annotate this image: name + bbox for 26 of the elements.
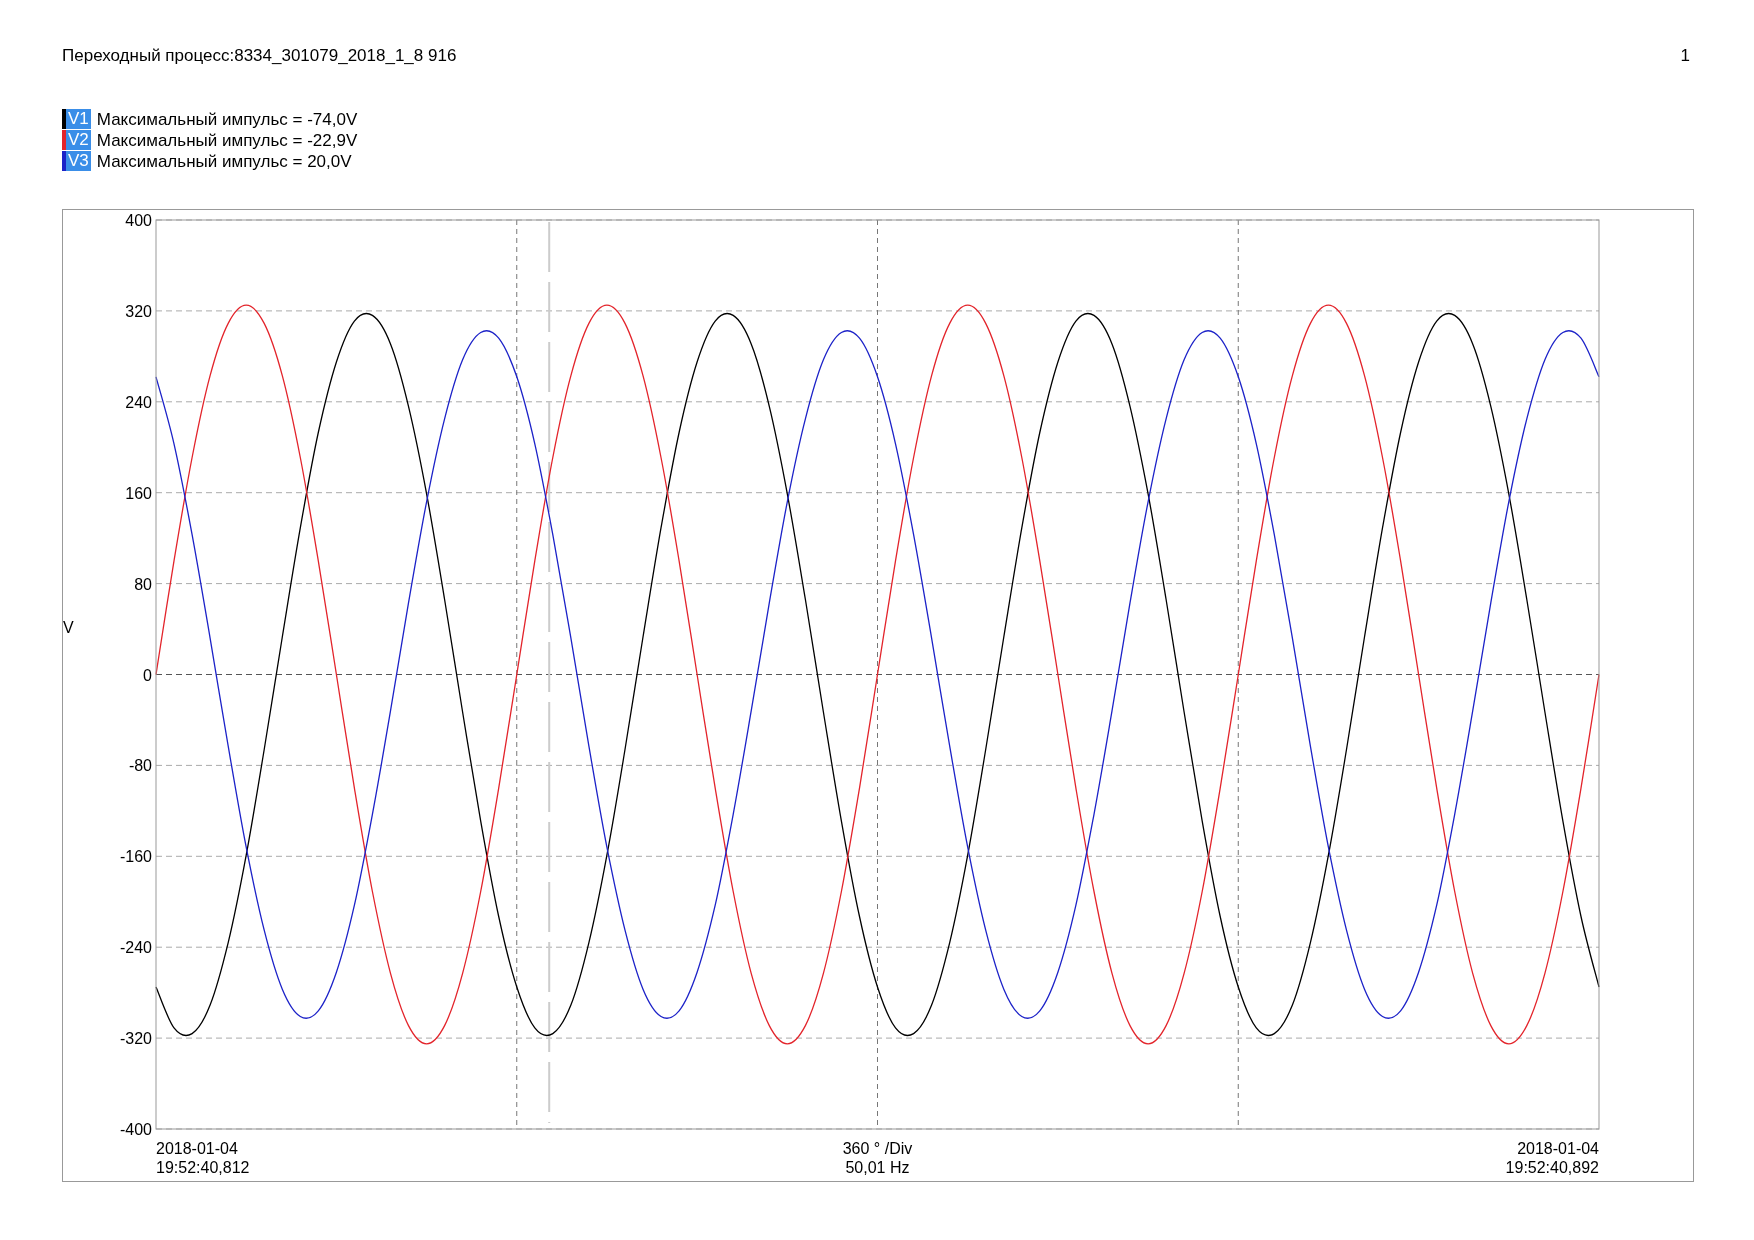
- page-number: 1: [1680, 45, 1690, 67]
- axis-tick-label: 0: [143, 666, 152, 683]
- axis-label: V: [63, 618, 74, 635]
- axis-tick-label: 400: [125, 211, 152, 229]
- axis-tick-label: 19:52:40,812: [156, 1158, 250, 1176]
- axis-tick-label: -80: [128, 756, 152, 774]
- legend-text: Максимальный импульс = 20,0V: [96, 150, 352, 172]
- axis-tick-label: 2018-01-04: [1517, 1139, 1599, 1157]
- axis-tick-label: -320: [119, 1029, 152, 1047]
- axis-caption: 360 ° /Div: [842, 1139, 913, 1157]
- axis-tick-label: 2018-01-04: [156, 1139, 238, 1157]
- legend-text: Максимальный импульс = -22,9V: [96, 129, 358, 151]
- axis-tick-label: 160: [125, 484, 152, 502]
- axis-caption: 50,01 Hz: [845, 1158, 910, 1176]
- axis-tick-label: 19:52:40,892: [1505, 1158, 1599, 1176]
- axis-tick-label: -240: [119, 938, 152, 956]
- report-title: Переходный процесс:8334_301079_2018_1_8 916: [62, 45, 457, 67]
- axis-tick-label: 320: [125, 302, 152, 320]
- axis-tick-label: -160: [119, 847, 152, 865]
- channel-tag: V1: [66, 109, 91, 129]
- channel-tag: V3: [66, 151, 91, 171]
- axis-tick-label: 240: [125, 393, 152, 411]
- axis-tick-label: 80: [134, 575, 152, 593]
- channel-tag: V2: [66, 130, 91, 150]
- legend-text: Максимальный импульс = -74,0V: [96, 108, 358, 130]
- axis-tick-label: -400: [119, 1120, 152, 1138]
